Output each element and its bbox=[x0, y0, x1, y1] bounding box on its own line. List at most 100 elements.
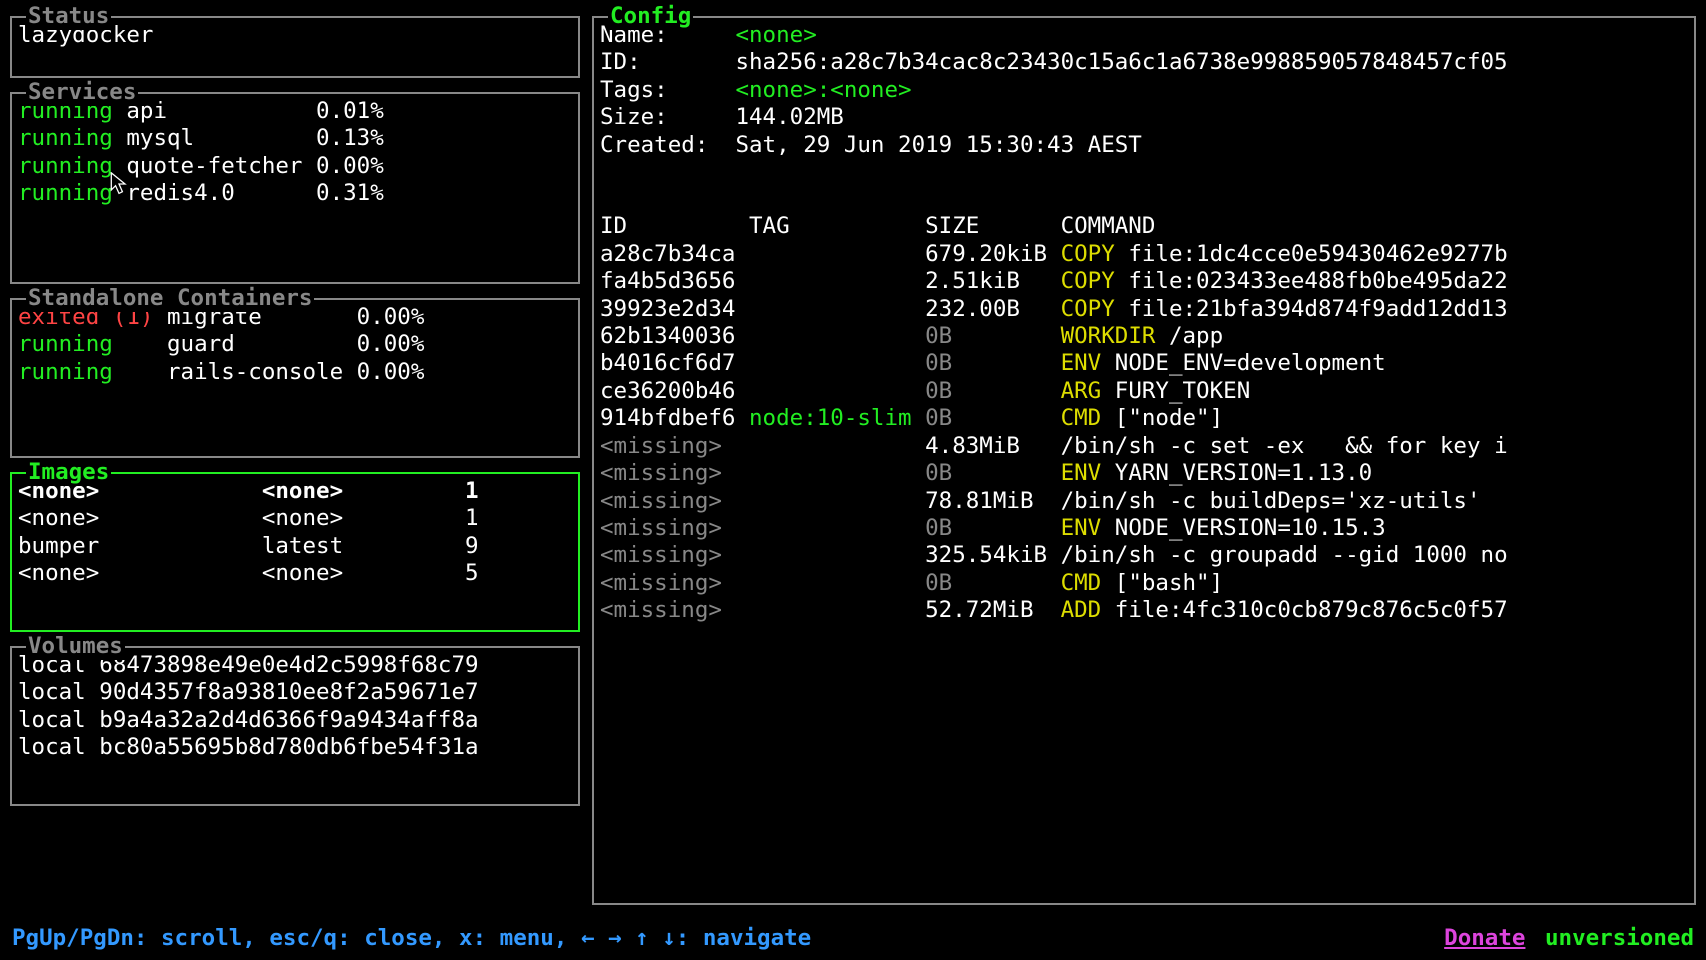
footer-help: PgUp/PgDn: scroll, esc/q: close, x: menu… bbox=[12, 925, 811, 952]
standalone-title: Standalone Containers bbox=[26, 285, 314, 312]
service-cpu: 0.31% bbox=[316, 180, 384, 206]
volume-driver: local bbox=[18, 707, 99, 733]
layer-tag bbox=[749, 241, 925, 267]
layer-id: ce36200b46 bbox=[600, 378, 749, 404]
layer-cmd-args: /bin/sh -c groupadd --gid 1000 no bbox=[1061, 542, 1508, 568]
layer-tag bbox=[749, 268, 925, 294]
layer-cmd-keyword: COPY bbox=[1061, 296, 1129, 322]
image-row[interactable]: <none> <none> 1 bbox=[18, 505, 572, 532]
status-title: Status bbox=[26, 3, 111, 30]
volumes-title: Volumes bbox=[26, 633, 125, 660]
layer-id: <missing> bbox=[600, 488, 749, 514]
layer-cmd-args: file:023433ee488fb0be495da22 bbox=[1128, 268, 1507, 294]
version-label: unversioned bbox=[1545, 925, 1694, 951]
layer-id: 39923e2d34 bbox=[600, 296, 749, 322]
service-name: redis4.0 bbox=[126, 180, 316, 206]
layer-id: b4016cf6d7 bbox=[600, 350, 749, 376]
layer-row[interactable]: b4016cf6d7 0B ENV NODE_ENV=development bbox=[600, 350, 1688, 377]
service-cpu: 0.13% bbox=[316, 125, 384, 151]
images-panel[interactable]: Images <none> <none> 1<none> <none> 1bum… bbox=[10, 472, 580, 632]
layer-cmd-args: YARN_VERSION=1.13.0 bbox=[1115, 460, 1372, 486]
service-state: running bbox=[18, 153, 126, 179]
layer-cmd-args: file:1dc4cce0e59430462e9277b bbox=[1128, 241, 1507, 267]
volume-row[interactable]: local bc80a55695b8d780db6fbe54f31a bbox=[18, 734, 572, 761]
layer-id: <missing> bbox=[600, 597, 749, 623]
layer-size: 0B bbox=[925, 460, 1060, 486]
image-row[interactable]: <none> <none> 5 bbox=[18, 560, 572, 587]
container-row[interactable]: running rails-console 0.00% bbox=[18, 359, 572, 386]
services-panel[interactable]: Services running api 0.01%running mysql … bbox=[10, 92, 580, 284]
layer-cmd-keyword: WORKDIR bbox=[1061, 323, 1169, 349]
layer-row[interactable]: fa4b5d3656 2.51kiB COPY file:023433ee488… bbox=[600, 268, 1688, 295]
status-panel[interactable]: Status lazydocker bbox=[10, 16, 580, 78]
volume-name: 90d4357f8a93810ee8f2a59671e7 bbox=[99, 679, 478, 705]
layer-size: 78.81MiB bbox=[925, 488, 1060, 514]
layer-id: <missing> bbox=[600, 542, 749, 568]
container-row[interactable]: running guard 0.00% bbox=[18, 331, 572, 358]
image-tag: <none> bbox=[262, 560, 452, 586]
layer-row[interactable]: 62b1340036 0B WORKDIR /app bbox=[600, 323, 1688, 350]
layer-id: 914bfdbef6 bbox=[600, 405, 749, 431]
layer-row[interactable]: <missing> 78.81MiB /bin/sh -c buildDeps=… bbox=[600, 488, 1688, 515]
config-field-label: Created: bbox=[600, 132, 735, 158]
service-state: running bbox=[18, 125, 126, 151]
layer-tag: node:10-slim bbox=[749, 405, 925, 431]
layer-cmd-args: file:21bfa394d874f9add12dd13 bbox=[1128, 296, 1507, 322]
layer-tag bbox=[749, 296, 925, 322]
donate-link[interactable]: Donate bbox=[1444, 925, 1525, 951]
layer-row[interactable]: <missing> 0B ENV YARN_VERSION=1.13.0 bbox=[600, 460, 1688, 487]
layer-cmd-args: file:4fc310c0cb879c876c5c0f57 bbox=[1115, 597, 1508, 623]
layer-size: 0B bbox=[925, 515, 1060, 541]
service-name: api bbox=[126, 98, 316, 124]
layer-cmd-keyword: ENV bbox=[1061, 515, 1115, 541]
config-field: Created: Sat, 29 Jun 2019 15:30:43 AEST bbox=[600, 132, 1688, 159]
volume-row[interactable]: local 90d4357f8a93810ee8f2a59671e7 bbox=[18, 679, 572, 706]
layer-row[interactable]: <missing> 0B ENV NODE_VERSION=10.15.3 bbox=[600, 515, 1688, 542]
layer-row[interactable]: 914bfdbef6 node:10-slim 0B CMD ["node"] bbox=[600, 405, 1688, 432]
service-row[interactable]: running quote-fetcher 0.00% bbox=[18, 153, 572, 180]
config-field-value: 144.02MB bbox=[735, 104, 843, 130]
layer-row[interactable]: <missing> 325.54kiB /bin/sh -c groupadd … bbox=[600, 542, 1688, 569]
image-count: 5 bbox=[452, 560, 479, 586]
config-field-label: Size: bbox=[600, 104, 735, 130]
layer-size: 0B bbox=[925, 570, 1060, 596]
layer-cmd-keyword: COPY bbox=[1061, 241, 1129, 267]
layer-size: 232.00B bbox=[925, 296, 1060, 322]
image-tag: <none> bbox=[262, 478, 452, 504]
container-cpu: 0.00% bbox=[357, 359, 425, 385]
layer-cmd-keyword: ENV bbox=[1061, 460, 1115, 486]
layer-tag bbox=[749, 597, 925, 623]
service-row[interactable]: running mysql 0.13% bbox=[18, 125, 572, 152]
volume-row[interactable]: local b9a4a32a2d4d6366f9a9434aff8a bbox=[18, 707, 572, 734]
layer-cmd-keyword: ADD bbox=[1061, 597, 1115, 623]
standalone-panel[interactable]: Standalone Containers exited (1) migrate… bbox=[10, 298, 580, 458]
container-cpu: 0.00% bbox=[357, 304, 425, 330]
layer-tag bbox=[749, 570, 925, 596]
image-row[interactable]: bumper latest 9 bbox=[18, 533, 572, 560]
layer-cmd-args: NODE_VERSION=10.15.3 bbox=[1115, 515, 1386, 541]
layer-tag bbox=[749, 350, 925, 376]
volume-driver: local bbox=[18, 734, 99, 760]
service-row[interactable]: running redis4.0 0.31% bbox=[18, 180, 572, 207]
image-count: 1 bbox=[452, 478, 479, 504]
config-field-label: ID: bbox=[600, 49, 735, 75]
layer-row[interactable]: 39923e2d34 232.00B COPY file:21bfa394d87… bbox=[600, 296, 1688, 323]
layer-cmd-args: /bin/sh -c set -ex && for key i bbox=[1061, 433, 1508, 459]
layer-size: 679.20kiB bbox=[925, 241, 1060, 267]
layer-size: 4.83MiB bbox=[925, 433, 1060, 459]
layer-row[interactable]: a28c7b34ca 679.20kiB COPY file:1dc4cce0e… bbox=[600, 241, 1688, 268]
layers-header: ID TAG SIZE COMMAND bbox=[600, 213, 1688, 240]
layer-row[interactable]: <missing> 52.72MiB ADD file:4fc310c0cb87… bbox=[600, 597, 1688, 624]
layer-cmd-args: ["node"] bbox=[1115, 405, 1223, 431]
volumes-panel[interactable]: Volumes local 68473898e49e0e4d2c5998f68c… bbox=[10, 646, 580, 806]
layer-row[interactable]: ce36200b46 0B ARG FURY_TOKEN bbox=[600, 378, 1688, 405]
config-field-value: <none>:<none> bbox=[735, 77, 911, 103]
layer-size: 0B bbox=[925, 378, 1060, 404]
config-panel[interactable]: Config Name: <none>ID: sha256:a28c7b34ca… bbox=[592, 16, 1696, 905]
layer-row[interactable]: <missing> 0B CMD ["bash"] bbox=[600, 570, 1688, 597]
container-state: running bbox=[18, 331, 167, 357]
layer-size: 0B bbox=[925, 405, 1060, 431]
layer-row[interactable]: <missing> 4.83MiB /bin/sh -c set -ex && … bbox=[600, 433, 1688, 460]
config-field: Size: 144.02MB bbox=[600, 104, 1688, 131]
image-tag: <none> bbox=[262, 505, 452, 531]
